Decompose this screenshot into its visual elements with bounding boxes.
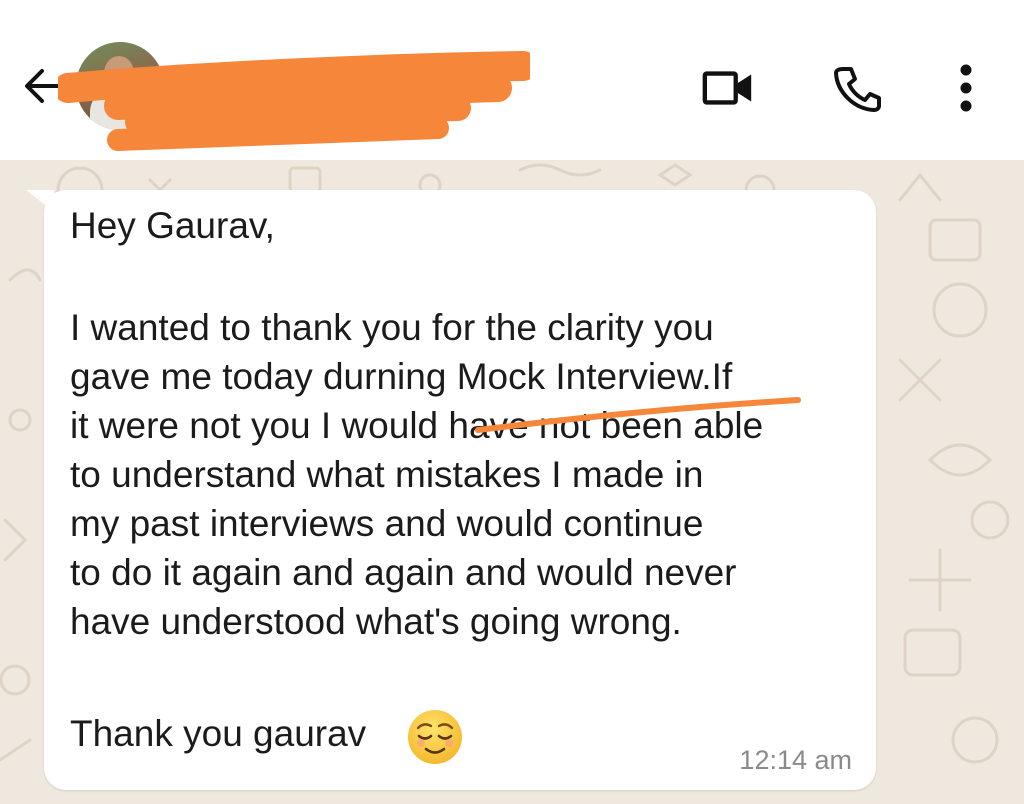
video-call-icon [702, 71, 752, 105]
relieved-face-icon [408, 710, 462, 764]
chat-header: Contact [0, 0, 1024, 160]
message-line: Thank you gaurav [70, 713, 367, 754]
back-button[interactable] [18, 60, 70, 112]
video-call-button[interactable] [700, 60, 756, 116]
message-line: my past interviews and would continue [70, 503, 704, 544]
arrow-left-icon [25, 69, 64, 103]
voice-call-button[interactable] [828, 60, 884, 116]
message-line: I wanted to thank you for the clarity yo… [70, 307, 714, 348]
contact-name[interactable]: Contact [200, 72, 303, 106]
message-line: Hey Gaurav, [70, 205, 275, 246]
contact-avatar[interactable] [76, 42, 164, 130]
message-timestamp: 12:14 am [739, 745, 852, 775]
message-line: to do it again and again and would never [70, 552, 737, 593]
message-line: it were not you I would have not been ab… [70, 405, 764, 446]
message-line: have understood what's going wrong. [70, 601, 682, 642]
more-options-button[interactable] [938, 60, 994, 116]
more-vertical-icon [960, 64, 972, 112]
message-line: to understand what mistakes I made in [70, 454, 704, 495]
message-bubble[interactable]: Hey Gaurav, I wanted to thank you for th… [44, 190, 876, 790]
message-line: gave me today durning Mock Interview.If [70, 356, 733, 397]
phone-icon [834, 67, 881, 112]
